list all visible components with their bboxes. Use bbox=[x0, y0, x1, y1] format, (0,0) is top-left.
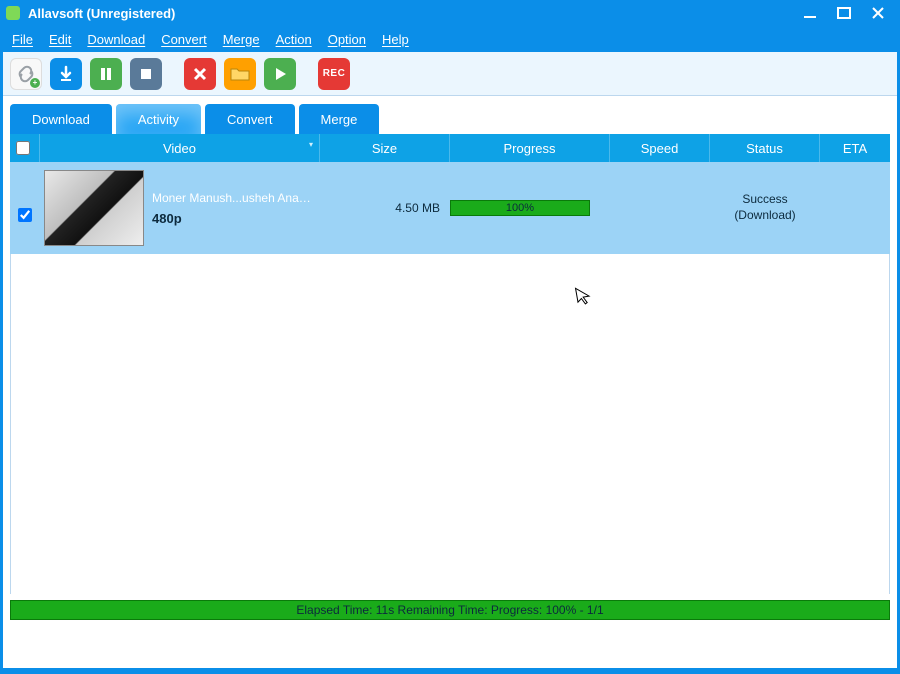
header-progress[interactable]: Progress bbox=[450, 134, 610, 162]
menu-edit[interactable]: Edit bbox=[49, 32, 71, 47]
header-eta[interactable]: ETA bbox=[820, 134, 890, 162]
header-checkbox-cell bbox=[10, 134, 40, 162]
close-button[interactable] bbox=[868, 3, 888, 23]
stop-button[interactable] bbox=[130, 58, 162, 90]
menu-file[interactable]: File bbox=[12, 32, 33, 47]
start-download-button[interactable] bbox=[50, 58, 82, 90]
sort-indicator-icon: ▾ bbox=[309, 140, 313, 149]
row-progress-cell: 100% bbox=[450, 200, 610, 216]
video-name: Moner Manush...usheh AnadiL bbox=[152, 191, 312, 205]
header-size[interactable]: Size bbox=[320, 134, 450, 162]
menu-merge[interactable]: Merge bbox=[223, 32, 260, 47]
row-status: Success (Download) bbox=[710, 192, 820, 223]
pause-button[interactable] bbox=[90, 58, 122, 90]
tab-download[interactable]: Download bbox=[10, 104, 112, 134]
menu-download[interactable]: Download bbox=[87, 32, 145, 47]
row-checkbox-cell bbox=[10, 194, 40, 222]
delete-button[interactable] bbox=[184, 58, 216, 90]
minimize-button[interactable] bbox=[800, 3, 820, 23]
row-video-cell: Moner Manush...usheh AnadiL 480p bbox=[40, 162, 320, 254]
play-button[interactable] bbox=[264, 58, 296, 90]
tab-row: Download Activity Convert Merge bbox=[0, 96, 900, 134]
tab-activity[interactable]: Activity bbox=[116, 104, 201, 134]
video-quality: 480p bbox=[152, 211, 312, 226]
window-controls bbox=[800, 3, 894, 23]
table-row[interactable]: Moner Manush...usheh AnadiL 480p 4.50 MB… bbox=[10, 162, 890, 254]
progress-bar: 100% bbox=[450, 200, 590, 216]
menu-help[interactable]: Help bbox=[382, 32, 409, 47]
titlebar: Allavsoft (Unregistered) bbox=[0, 0, 900, 26]
row-size: 4.50 MB bbox=[320, 201, 450, 215]
select-all-checkbox[interactable] bbox=[16, 141, 30, 155]
plus-badge-icon: + bbox=[30, 78, 40, 88]
tab-merge[interactable]: Merge bbox=[299, 104, 380, 134]
menu-option[interactable]: Option bbox=[328, 32, 366, 47]
table-header: Video ▾ Size Progress Speed Status ETA bbox=[10, 134, 890, 162]
statusbar: Elapsed Time: 11s Remaining Time: Progre… bbox=[10, 600, 890, 620]
status-line1: Success bbox=[710, 192, 820, 208]
toolbar: + REC bbox=[0, 52, 900, 96]
record-button[interactable]: REC bbox=[318, 58, 350, 90]
header-speed[interactable]: Speed bbox=[610, 134, 710, 162]
open-folder-button[interactable] bbox=[224, 58, 256, 90]
video-thumbnail bbox=[44, 170, 144, 246]
empty-list-area bbox=[10, 254, 890, 594]
window-bottom-border bbox=[0, 668, 900, 674]
app-logo-icon bbox=[6, 6, 20, 20]
row-checkbox[interactable] bbox=[18, 208, 32, 222]
menu-convert[interactable]: Convert bbox=[161, 32, 207, 47]
tab-convert[interactable]: Convert bbox=[205, 104, 295, 134]
menu-action[interactable]: Action bbox=[276, 32, 312, 47]
header-video[interactable]: Video ▾ bbox=[40, 134, 320, 162]
header-status[interactable]: Status bbox=[710, 134, 820, 162]
menubar: File Edit Download Convert Merge Action … bbox=[0, 26, 900, 52]
add-link-button[interactable]: + bbox=[10, 58, 42, 90]
window-title: Allavsoft (Unregistered) bbox=[28, 6, 800, 21]
maximize-button[interactable] bbox=[834, 3, 854, 23]
status-line2: (Download) bbox=[710, 208, 820, 224]
header-video-label: Video bbox=[163, 141, 196, 156]
video-meta: Moner Manush...usheh AnadiL 480p bbox=[152, 191, 312, 226]
